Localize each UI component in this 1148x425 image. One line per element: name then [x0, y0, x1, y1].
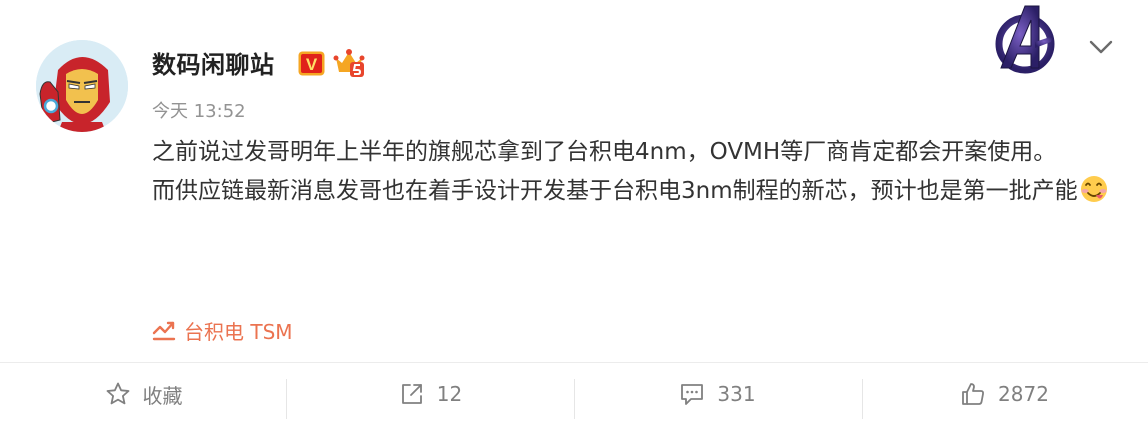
yummy-face-emoji-icon [1080, 176, 1107, 202]
share-button[interactable]: 12 [287, 363, 574, 425]
comment-icon [681, 384, 704, 405]
topic-tag[interactable]: 台积电 TSM [152, 316, 293, 344]
comment-button[interactable]: 331 [574, 363, 861, 425]
iron-man-avatar-icon [36, 40, 128, 132]
favorite-button[interactable]: 收藏 [0, 363, 287, 425]
star-icon [106, 382, 129, 405]
topic-label: 台积电 TSM [184, 319, 293, 344]
chevron-down-icon[interactable] [1088, 36, 1114, 58]
level-crown-badge-icon[interactable] [333, 46, 365, 78]
post-paragraph: 之前说过发哥明年上半年的旗舰芯拿到了台积电4nm，OVMH等厂商肯定都会开案使用… [152, 139, 1057, 165]
post-paragraph-text: 而供应链最新消息发哥也在着手设计开发基于台积电3nm制程的新芯，预计也是第一批产… [152, 178, 1078, 204]
post-paragraph: 而供应链最新消息发哥也在着手设计开发基于台积电3nm制程的新芯，预计也是第一批产… [152, 172, 1112, 211]
trend-chart-icon [152, 321, 176, 341]
avatar[interactable] [36, 40, 128, 132]
verified-v-badge-icon[interactable]: V [298, 51, 325, 76]
username[interactable]: 数码闲聊站 [152, 45, 275, 80]
comment-count: 331 [717, 382, 756, 406]
action-separator [286, 379, 287, 419]
weibo-post-card: 数码闲聊站 V 今天 13:52 之前说过发哥明年上半年的旗舰芯拿到了台积电4n… [0, 0, 1148, 425]
thumbs-up-icon [962, 383, 985, 405]
like-count: 2872 [998, 382, 1049, 406]
share-icon [401, 384, 422, 404]
share-count: 12 [436, 382, 463, 406]
action-separator [862, 379, 863, 419]
avengers-logo-icon [995, 5, 1055, 74]
verified-badge-text: V [306, 55, 318, 74]
action-bar: 收藏 12 331 2872 [0, 363, 1148, 425]
favorite-label: 收藏 [142, 383, 183, 408]
post-timestamp: 今天 13:52 [152, 101, 246, 122]
action-separator [574, 379, 575, 419]
post-content: 之前说过发哥明年上半年的旗舰芯拿到了台积电4nm，OVMH等厂商肯定都会开案使用… [152, 133, 1112, 211]
like-button[interactable]: 2872 [861, 363, 1148, 425]
